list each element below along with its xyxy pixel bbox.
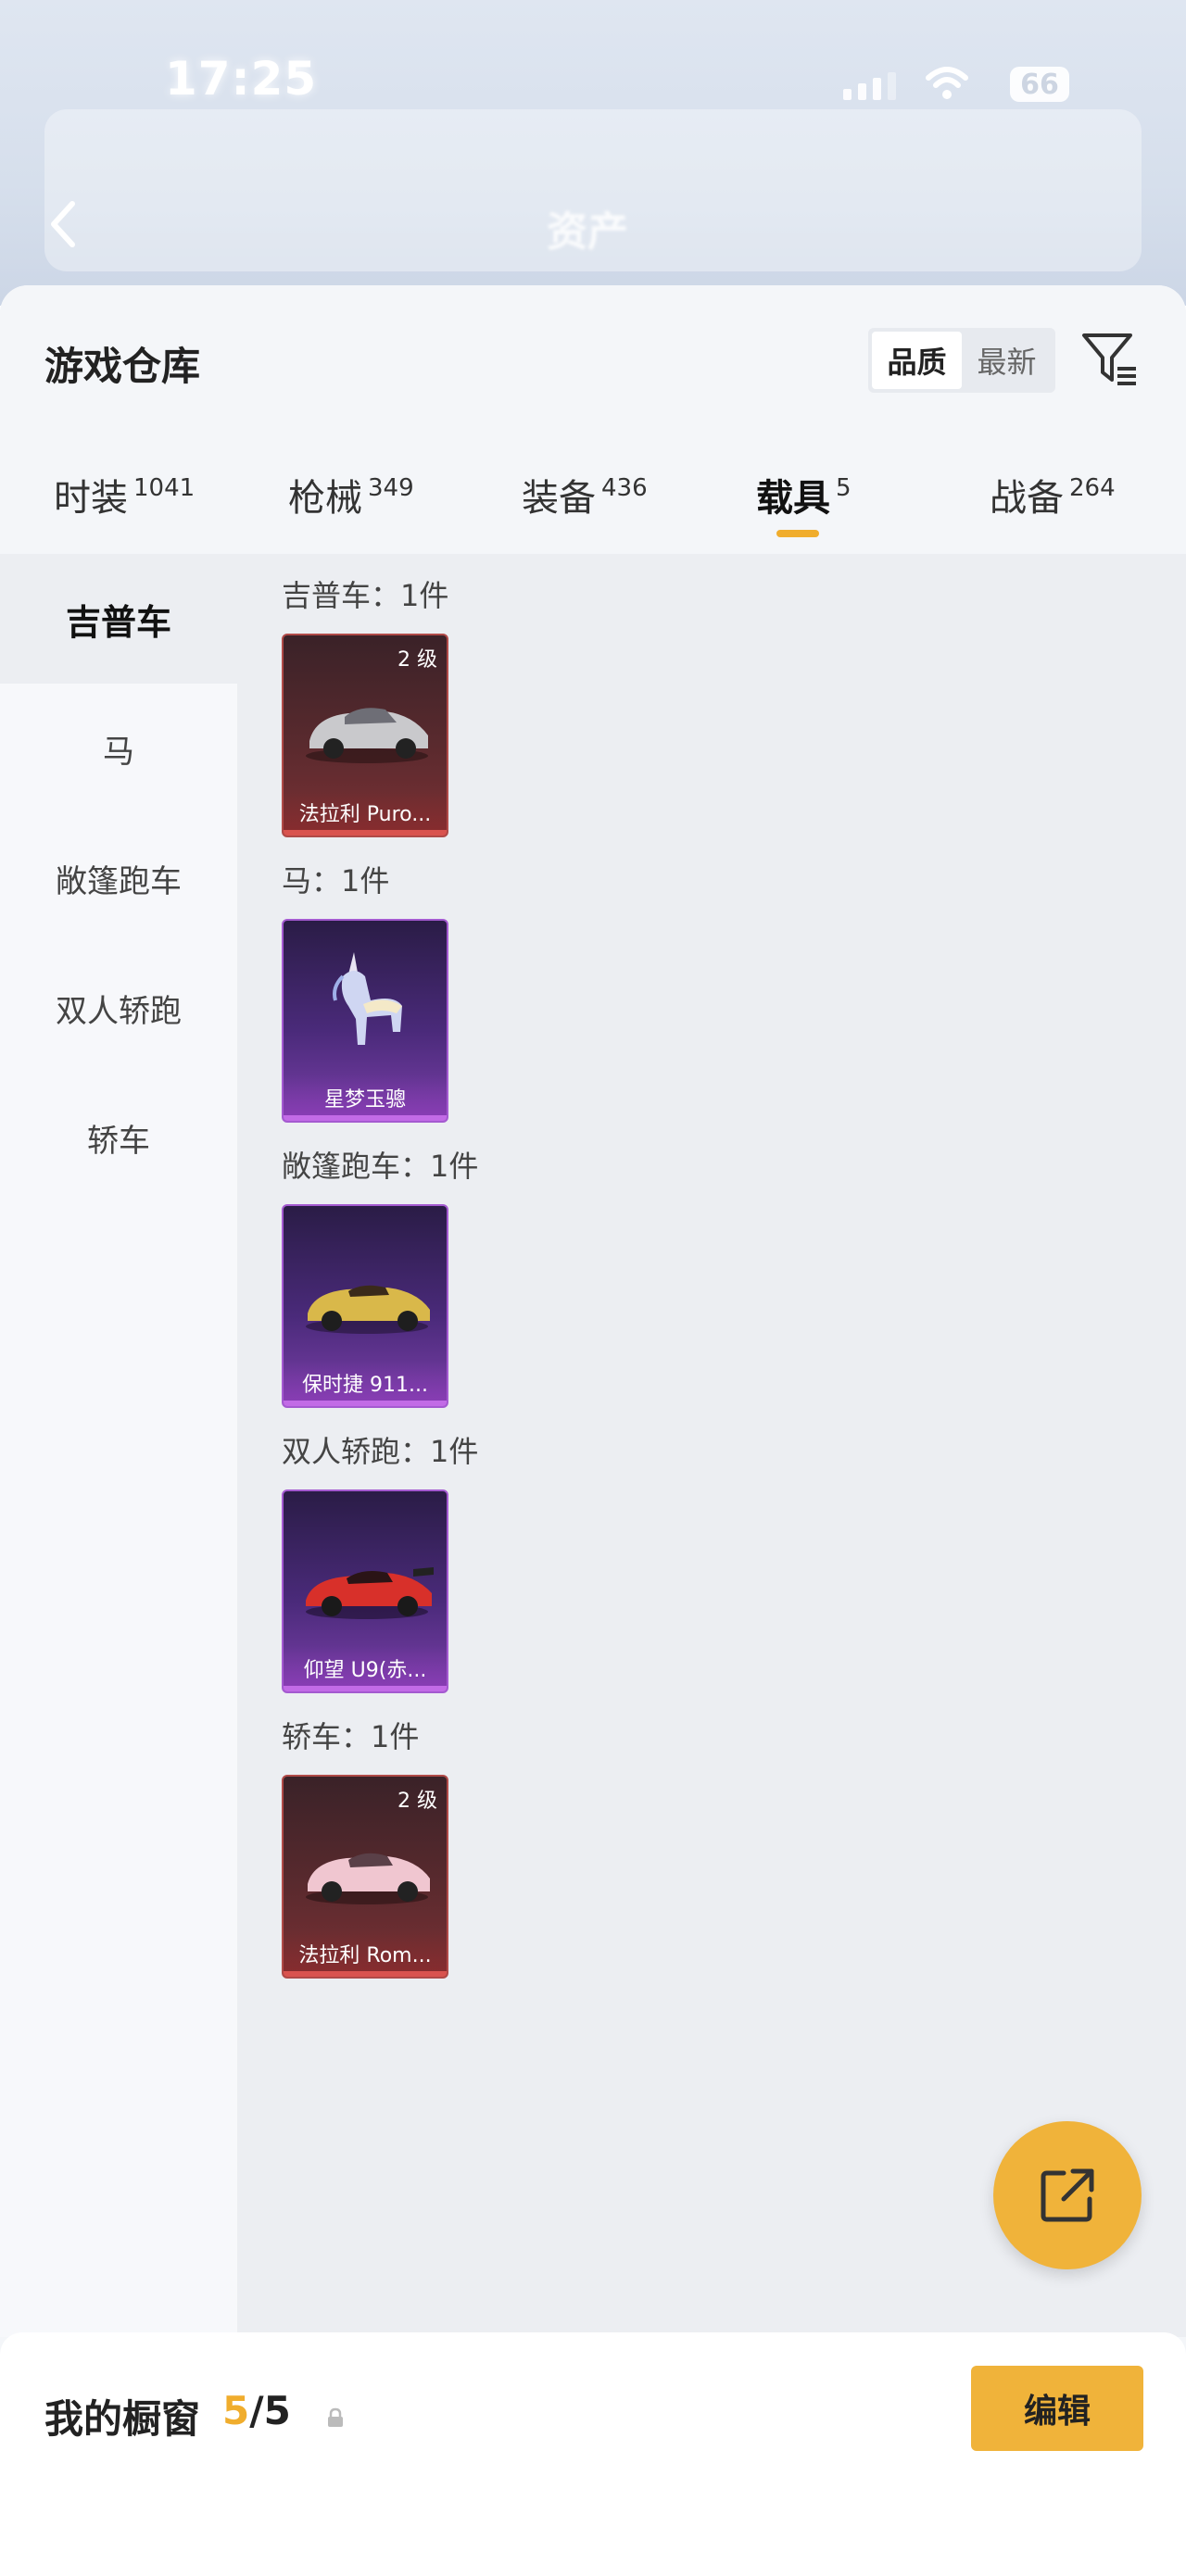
lock-icon [328, 2407, 343, 2427]
category-tabs: 时装 1041 枪械 349 装备 436 载具 5 战备 264 [0, 452, 1186, 554]
sidebar-item-jeep[interactable]: 吉普车 [0, 554, 237, 684]
vehicle-list: 吉普车：1件 2 级 法拉利 Puro... 马：1件 星梦玉骢 敞篷跑车：1件… [237, 554, 1186, 2337]
group-title: 双人轿跑：1件 [282, 1434, 479, 1469]
group-title: 轿车：1件 [282, 1719, 420, 1754]
sort-toggle: 品质 最新 [868, 328, 1055, 393]
item-card[interactable]: 保时捷 911... [282, 1204, 448, 1408]
showcase-current: 5 [222, 2388, 250, 2433]
item-card[interactable]: 2 级 法拉利 Puro... [282, 634, 448, 837]
quality-line [284, 1401, 447, 1406]
tab-equipment[interactable]: 装备 436 [522, 452, 648, 554]
active-tab-indicator [776, 530, 819, 537]
item-name: 仰望 U9(赤... [284, 1645, 447, 1691]
sidebar-item-sedan[interactable]: 轿车 [0, 1073, 237, 1202]
tab-vehicles[interactable]: 载具 5 [756, 452, 852, 554]
item-level: 2 级 [397, 1790, 437, 1813]
edit-button[interactable]: 编辑 [971, 2366, 1143, 2451]
tab-count: 1041 [133, 474, 196, 502]
status-time: 17:25 [165, 52, 318, 106]
share-button[interactable] [993, 2121, 1142, 2269]
sheet-header: 游戏仓库 品质 最新 时装 1041 枪械 349 装备 436 载具 5 战备… [0, 285, 1186, 554]
tab-count: 5 [836, 474, 852, 502]
back-icon[interactable] [44, 196, 82, 252]
sidebar-item-coupe[interactable]: 双人轿跑 [0, 943, 237, 1073]
wifi-icon [926, 67, 968, 99]
sidebar-item-horse[interactable]: 马 [0, 684, 237, 813]
item-name: 法拉利 Rom... [284, 1930, 447, 1977]
filter-icon[interactable] [1080, 330, 1140, 389]
showcase-title: 我的橱窗 [44, 2396, 201, 2442]
signal-icon [843, 72, 896, 100]
tab-fashion[interactable]: 时装 1041 [54, 452, 195, 554]
item-name: 保时捷 911... [284, 1360, 447, 1406]
showcase-count: 5/5 [222, 2388, 291, 2433]
battery-icon: 66 [1010, 67, 1069, 102]
tab-label: 时装 [54, 477, 128, 520]
tab-count: 436 [601, 474, 648, 502]
background-header: 17:25 66 资产 [0, 0, 1186, 306]
car-image [306, 708, 428, 763]
car-image [306, 1567, 434, 1619]
car-image [306, 1853, 430, 1904]
showcase-bar: 我的橱窗 5/5 编辑 [0, 2332, 1186, 2576]
showcase-total: /5 [249, 2388, 291, 2433]
share-icon [1041, 2168, 1094, 2222]
tab-label: 战备 [990, 477, 1064, 520]
quality-line [284, 1971, 447, 1977]
quality-line [284, 830, 447, 836]
group-title: 马：1件 [282, 863, 390, 898]
tab-label: 枪械 [288, 477, 362, 520]
car-image [306, 1285, 430, 1334]
tab-label: 装备 [522, 477, 596, 520]
item-level: 2 级 [397, 648, 437, 672]
item-name: 法拉利 Puro... [284, 789, 447, 836]
subcategory-sidebar: 吉普车 马 敞篷跑车 双人轿跑 轿车 [0, 554, 237, 2337]
quality-line [284, 1115, 447, 1121]
horse-image [333, 952, 402, 1045]
tab-count: 264 [1069, 474, 1116, 502]
tab-weapons[interactable]: 枪械 349 [288, 452, 414, 554]
item-card[interactable]: 2 级 法拉利 Rom... [282, 1775, 448, 1979]
sort-quality[interactable]: 品质 [872, 332, 962, 389]
tab-supplies[interactable]: 战备 264 [990, 452, 1116, 554]
sidebar-item-convertible[interactable]: 敞篷跑车 [0, 813, 237, 943]
item-card[interactable]: 星梦玉骢 [282, 919, 448, 1123]
sort-newest[interactable]: 最新 [962, 332, 1052, 389]
tab-count: 349 [368, 474, 414, 502]
item-name: 星梦玉骢 [284, 1074, 447, 1121]
group-title: 吉普车：1件 [282, 578, 449, 613]
quality-line [284, 1686, 447, 1691]
group-title: 敞篷跑车：1件 [282, 1149, 479, 1184]
warehouse-title: 游戏仓库 [44, 344, 201, 389]
page-title: 资产 [547, 208, 628, 256]
item-card[interactable]: 仰望 U9(赤... [282, 1489, 448, 1693]
